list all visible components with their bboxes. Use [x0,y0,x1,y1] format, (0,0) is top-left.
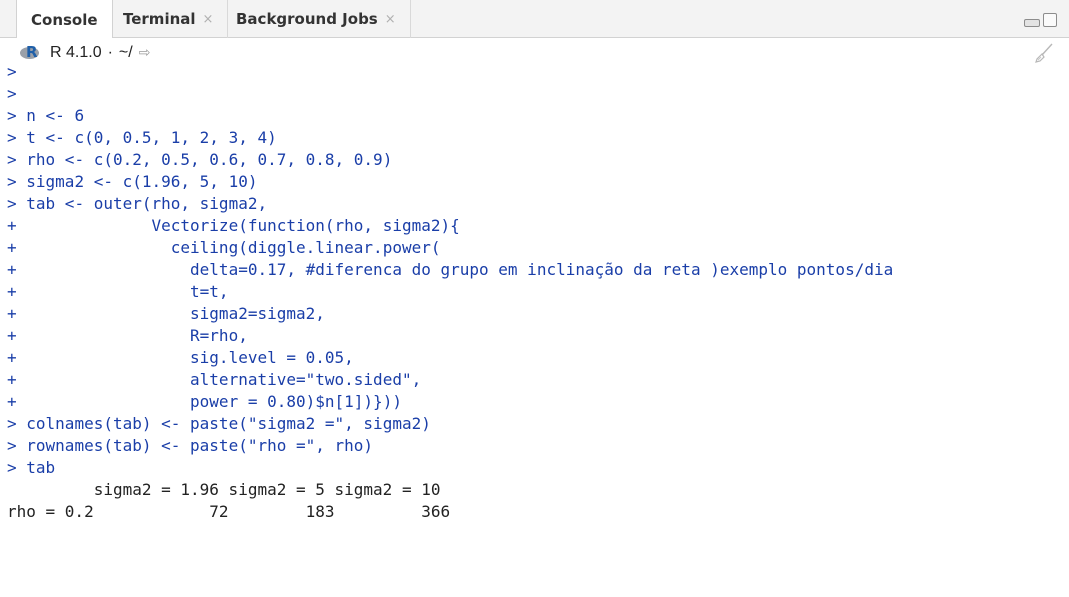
console-output-line: rho = 0.2 72 183 366 [7,502,451,521]
prompt-symbol: > [7,150,17,169]
r-logo-icon: R [20,43,40,61]
console-code: rownames(tab) <- paste("rho =", rho) [16,436,374,455]
console-input-line: > tab <- outer(rho, sigma2, [7,193,1069,215]
tab-background-jobs[interactable]: Background Jobs × [222,0,411,38]
working-directory-path: ~/ [118,44,133,61]
console-continuation-line: + alternative="two.sided", [7,369,1069,391]
console-code: Vectorize(function(rho, sigma2){ [16,216,460,235]
console-continuation-line: + t=t, [7,281,1069,303]
console-code: tab <- outer(rho, sigma2, [16,194,268,213]
tab-terminal[interactable]: Terminal × [109,0,229,38]
continuation-symbol: + [7,326,17,345]
maximize-icon[interactable] [1043,13,1057,27]
console-code: power = 0.80)$n[1])})) [16,392,402,411]
pane-window-controls [1024,13,1057,27]
prompt-symbol: > [7,128,17,147]
console-info-bar: R R 4.1.0 · ~/ ⇨ [0,38,1069,68]
continuation-symbol: + [7,348,17,367]
prompt-symbol: > [7,414,17,433]
tab-background-jobs-label: Background Jobs [236,10,378,28]
console-code: t <- c(0, 0.5, 1, 2, 3, 4) [16,128,277,147]
console-input-line: > t <- c(0, 0.5, 1, 2, 3, 4) [7,127,1069,149]
console-output[interactable]: > > > n <- 6 > t <- c(0, 0.5, 1, 2, 3, 4) > … [0,68,1069,597]
prompt-symbol: > [7,194,17,213]
prompt-symbol: > [7,84,17,103]
goto-directory-icon[interactable]: ⇨ [139,45,151,61]
console-input-line: > tab [7,457,1069,479]
console-input-line: > sigma2 <- c(1.96, 5, 10) [7,171,1069,193]
console-input-line: > rownames(tab) <- paste("rho =", rho) [7,435,1069,457]
tab-console-label: Console [31,10,98,29]
console-input-line: > rho <- c(0.2, 0.5, 0.6, 0.7, 0.8, 0.9) [7,149,1069,171]
console-continuation-line: + sigma2=sigma2, [7,303,1069,325]
prompt-symbol: > [7,106,17,125]
continuation-symbol: + [7,260,17,279]
console-continuation-line: + delta=0.17, #diferenca do grupo em inc… [7,259,1069,281]
console-code: sigma2=sigma2, [16,304,325,323]
console-code: R=rho, [16,326,248,345]
continuation-symbol: + [7,392,17,411]
prompt-symbol: > [7,458,17,477]
prompt-symbol: > [7,436,17,455]
prompt-symbol: > [7,172,17,191]
console-continuation-line: + ceiling(diggle.linear.power( [7,237,1069,259]
console-code: n <- 6 [16,106,85,125]
console-input-line: > [7,68,1069,83]
console-code: t=t, [16,282,229,301]
console-code: delta=0.17, #diferenca do grupo em incli… [16,260,894,279]
continuation-symbol: + [7,370,17,389]
console-continuation-line: + sig.level = 0.05, [7,347,1069,369]
broom-icon[interactable] [1033,42,1055,64]
console-input-line: > n <- 6 [7,105,1069,127]
minimize-icon[interactable] [1024,19,1040,27]
separator-dot: · [107,44,113,61]
console-code: sig.level = 0.05, [16,348,354,367]
tab-terminal-label: Terminal [123,10,196,28]
continuation-symbol: + [7,304,17,323]
r-version-label: R 4.1.0 [50,44,102,61]
prompt-symbol: > [7,68,17,81]
continuation-symbol: + [7,282,17,301]
pane-tab-bar: Console Terminal × Background Jobs × [0,0,1069,39]
continuation-symbol: + [7,238,17,257]
continuation-symbol: + [7,216,17,235]
console-code: sigma2 <- c(1.96, 5, 10) [16,172,258,191]
console-code: alternative="two.sided", [16,370,422,389]
console-code: rho <- c(0.2, 0.5, 0.6, 0.7, 0.8, 0.9) [16,150,393,169]
console-input-line: > [7,83,1069,105]
console-input-line: > colnames(tab) <- paste("sigma2 =", sig… [7,413,1069,435]
console-continuation-line: + Vectorize(function(rho, sigma2){ [7,215,1069,237]
console-code: ceiling(diggle.linear.power( [16,238,441,257]
tab-console[interactable]: Console [16,0,113,39]
console-output-line: sigma2 = 1.96 sigma2 = 5 sigma2 = 10 [7,480,441,499]
tab-terminal-close-icon[interactable]: × [203,12,214,27]
tab-background-jobs-close-icon[interactable]: × [385,12,396,27]
console-code: tab [16,458,56,477]
console-code: colnames(tab) <- paste("sigma2 =", sigma… [16,414,431,433]
console-continuation-line: + R=rho, [7,325,1069,347]
console-continuation-line: + power = 0.80)$n[1])})) [7,391,1069,413]
